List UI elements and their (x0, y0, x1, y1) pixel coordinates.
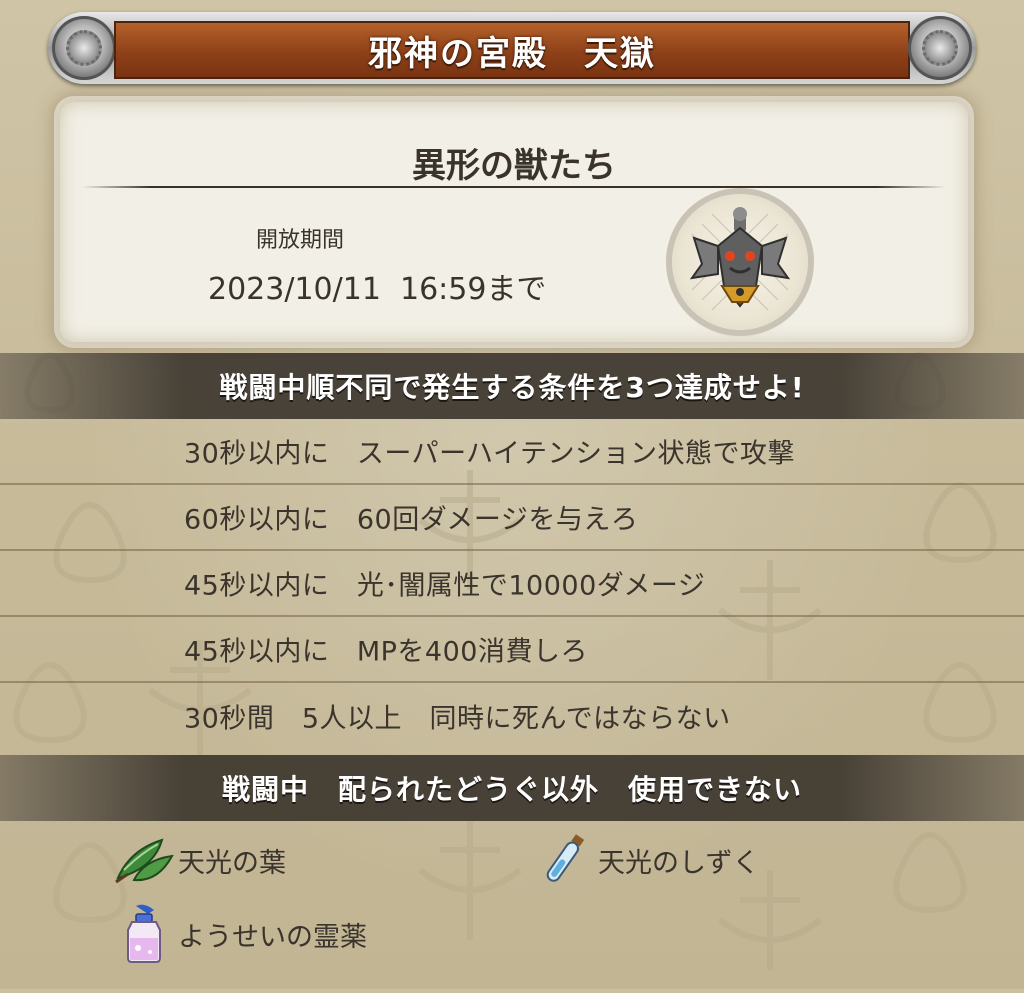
item-label: ようせいの霊薬 (178, 921, 367, 953)
item-tenkou-drop: 天光のしずく (534, 830, 759, 890)
leaf-icon (114, 830, 174, 890)
page-title: 邪神の宮殿 天獄 (368, 33, 656, 74)
mission-header: 戦闘中順不同で発生する条件を3つ達成せよ! (219, 371, 805, 404)
quest-name: 異形の獣たち (412, 146, 616, 186)
title-plate: 邪神の宮殿 天獄 (114, 21, 910, 79)
bolt-icon (52, 16, 116, 80)
item-label: 天光のしずく (598, 847, 760, 879)
condition-text: 30秒以内に スーパーハイテンション状態で攻撃 (184, 438, 795, 470)
vial-icon (534, 830, 594, 890)
period-value: 2023/10/11 16:59まで (208, 272, 547, 307)
condition-row: 30秒間 5人以上 同時に死んではならない (0, 683, 1024, 749)
bolt-icon (908, 16, 972, 80)
condition-text: 60秒以内に 60回ダメージを与えろ (184, 504, 639, 536)
title-bar: 邪神の宮殿 天獄 (48, 12, 976, 84)
potion-bottle-icon (114, 904, 174, 964)
period-label: 開放期間 (256, 228, 345, 253)
condition-text: 30秒間 5人以上 同時に死んではならない (184, 703, 731, 735)
winged-sword-emblem-icon (672, 194, 808, 330)
restriction-header-band: 戦闘中 配られたどうぐ以外 使用できない (0, 755, 1024, 821)
restriction-header: 戦闘中 配られたどうぐ以外 使用できない (221, 773, 802, 806)
condition-row: 30秒以内に スーパーハイテンション状態で攻撃 (0, 419, 1024, 485)
condition-row: 60秒以内に 60回ダメージを与えろ (0, 485, 1024, 551)
quest-card: 異形の獣たち 開放期間 2023/10/11 16:59まで (60, 102, 968, 342)
condition-row: 45秒以内に 光･闇属性で10000ダメージ (0, 551, 1024, 617)
divider (82, 186, 946, 188)
mission-header-band: 戦闘中順不同で発生する条件を3つ達成せよ! (0, 353, 1024, 419)
item-tenkou-leaf: 天光の葉 (114, 830, 286, 890)
item-label: 天光の葉 (178, 847, 286, 879)
condition-row: 45秒以内に MPを400消費しろ (0, 617, 1024, 683)
condition-text: 45秒以内に 光･闇属性で10000ダメージ (184, 570, 706, 602)
condition-text: 45秒以内に MPを400消費しろ (184, 636, 588, 668)
item-fairy-elixir: ようせいの霊薬 (114, 904, 367, 964)
